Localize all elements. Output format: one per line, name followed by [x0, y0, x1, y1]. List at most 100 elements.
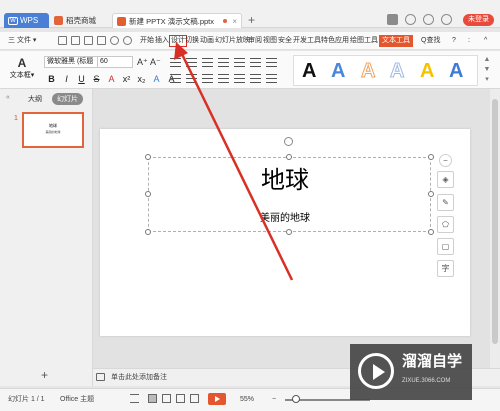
help-button[interactable]: ?: [452, 35, 456, 47]
zoom-out-button[interactable]: −: [272, 395, 276, 405]
resize-handle[interactable]: [286, 229, 292, 235]
font-icon[interactable]: 字: [437, 260, 454, 277]
align-center-icon[interactable]: [186, 74, 197, 83]
resize-handle[interactable]: [145, 229, 151, 235]
pen-icon[interactable]: ✎: [437, 194, 454, 211]
presenter-view-icon[interactable]: [190, 394, 199, 403]
tab-security[interactable]: 安全: [278, 35, 292, 47]
zoom-level[interactable]: 55%: [240, 395, 254, 405]
collapse-panel-icon[interactable]: «: [6, 94, 10, 101]
print-icon[interactable]: [84, 36, 93, 45]
slide-subtitle[interactable]: 美丽的地球: [100, 213, 470, 225]
zoom-slider-knob[interactable]: [292, 395, 300, 403]
align-right-icon[interactable]: [202, 74, 213, 83]
scrollbar-thumb[interactable]: [492, 99, 498, 344]
tab-animation[interactable]: 动画: [200, 35, 214, 47]
vertical-align-icon[interactable]: [250, 74, 261, 83]
tab-features[interactable]: 特色应用: [321, 35, 349, 47]
file-menu[interactable]: 三 文件 ▾: [8, 35, 36, 47]
settings-icon[interactable]: [423, 14, 434, 25]
text-style-6[interactable]: A: [449, 59, 463, 83]
print-preview-icon[interactable]: [97, 36, 106, 45]
textbox-button[interactable]: A 文本框▾: [8, 56, 36, 86]
tab-slides[interactable]: 幻灯片: [52, 93, 83, 105]
tab-store[interactable]: 稻壳商城: [50, 13, 110, 28]
align-left-icon[interactable]: [170, 74, 181, 83]
slide-thumbnail[interactable]: 地球 美丽的地球: [22, 112, 84, 148]
font-color-button[interactable]: A: [107, 73, 116, 85]
theme-name[interactable]: Office 主题: [60, 395, 94, 405]
new-tab-button[interactable]: +: [248, 13, 255, 28]
collapse-toolbar-icon[interactable]: −: [439, 154, 452, 167]
tab-home[interactable]: 开始: [140, 35, 154, 47]
skin-icon[interactable]: [405, 14, 416, 25]
more-button[interactable]: :: [468, 35, 470, 47]
text-style-4[interactable]: A: [389, 59, 404, 83]
numbering-icon[interactable]: [186, 58, 197, 67]
underline-button[interactable]: U: [77, 73, 86, 85]
smart-convert-icon[interactable]: [266, 74, 277, 83]
decrease-indent-icon[interactable]: [202, 58, 213, 67]
increase-indent-icon[interactable]: [218, 58, 229, 67]
search-button[interactable]: Q查找: [421, 35, 440, 47]
tab-drawing-tools[interactable]: 绘图工具: [350, 35, 378, 47]
account-icon[interactable]: [387, 14, 398, 25]
close-tab-icon[interactable]: ×: [232, 14, 237, 29]
tab-outline[interactable]: 大纲: [28, 94, 42, 104]
tab-view[interactable]: 视图: [263, 35, 277, 47]
text-style-5[interactable]: A: [420, 59, 434, 83]
tab-review[interactable]: 审阅: [248, 35, 262, 47]
text-style-3[interactable]: A: [360, 59, 375, 83]
slide-canvas[interactable]: 地球 美丽的地球: [100, 129, 470, 336]
rotate-handle-icon[interactable]: [284, 137, 293, 146]
add-slide-button[interactable]: +: [41, 369, 48, 381]
gallery-scroll[interactable]: ▲ ▼ ▾: [480, 55, 494, 86]
text-style-1[interactable]: A: [302, 59, 316, 83]
undo-icon[interactable]: [110, 36, 119, 45]
tab-insert[interactable]: 插入: [155, 35, 169, 47]
subscript-button[interactable]: x₂: [137, 73, 146, 85]
slide-sorter-icon[interactable]: [162, 394, 171, 403]
tab-text-tools[interactable]: 文本工具: [379, 35, 413, 47]
bold-button[interactable]: B: [47, 73, 56, 85]
notification-icon[interactable]: [441, 14, 452, 25]
grow-font-button[interactable]: A⁺: [137, 56, 148, 68]
text-style-2[interactable]: A: [331, 59, 345, 83]
redo-icon[interactable]: [123, 36, 132, 45]
strikethrough-button[interactable]: S: [92, 73, 101, 85]
text-shadow-button[interactable]: A: [152, 73, 161, 85]
outline-icon[interactable]: ▢: [437, 238, 454, 255]
slide-title[interactable]: 地球: [100, 166, 470, 194]
justify-icon[interactable]: [218, 74, 229, 83]
layers-icon[interactable]: ◈: [437, 171, 454, 188]
distribute-icon[interactable]: [234, 74, 245, 83]
tab-developer[interactable]: 开发工具: [293, 35, 321, 47]
shrink-font-button[interactable]: A⁻: [150, 56, 161, 68]
resize-handle[interactable]: [286, 154, 292, 160]
resize-handle[interactable]: [145, 154, 151, 160]
italic-button[interactable]: I: [62, 73, 71, 85]
login-button[interactable]: 未登录: [463, 14, 494, 26]
columns-icon[interactable]: [234, 58, 245, 67]
vertical-scrollbar[interactable]: [490, 89, 500, 368]
resize-handle[interactable]: [428, 154, 434, 160]
font-size-select[interactable]: 60: [97, 56, 133, 68]
wps-home-tab[interactable]: W WPS: [4, 13, 49, 28]
line-spacing-icon[interactable]: [250, 58, 261, 67]
fill-icon[interactable]: ⬠: [437, 216, 454, 233]
superscript-button[interactable]: x²: [122, 73, 131, 85]
normal-view-icon[interactable]: [148, 394, 157, 403]
play-slideshow-button[interactable]: [208, 393, 226, 405]
tab-document[interactable]: 新建 PPTX 演示文稿.pptx ×: [112, 13, 242, 28]
bullets-icon[interactable]: [170, 58, 181, 67]
notes-view-icon[interactable]: [130, 394, 139, 403]
reading-view-icon[interactable]: [176, 394, 185, 403]
text-direction-icon[interactable]: [266, 58, 277, 67]
save-icon[interactable]: [58, 36, 67, 45]
tab-transition[interactable]: 切换: [185, 35, 199, 47]
notes-icon: [96, 373, 105, 381]
resize-handle[interactable]: [428, 229, 434, 235]
export-pdf-icon[interactable]: [71, 36, 80, 45]
tab-slideshow[interactable]: 幻灯片放映: [215, 35, 250, 47]
collapse-ribbon-button[interactable]: ^: [484, 35, 487, 47]
